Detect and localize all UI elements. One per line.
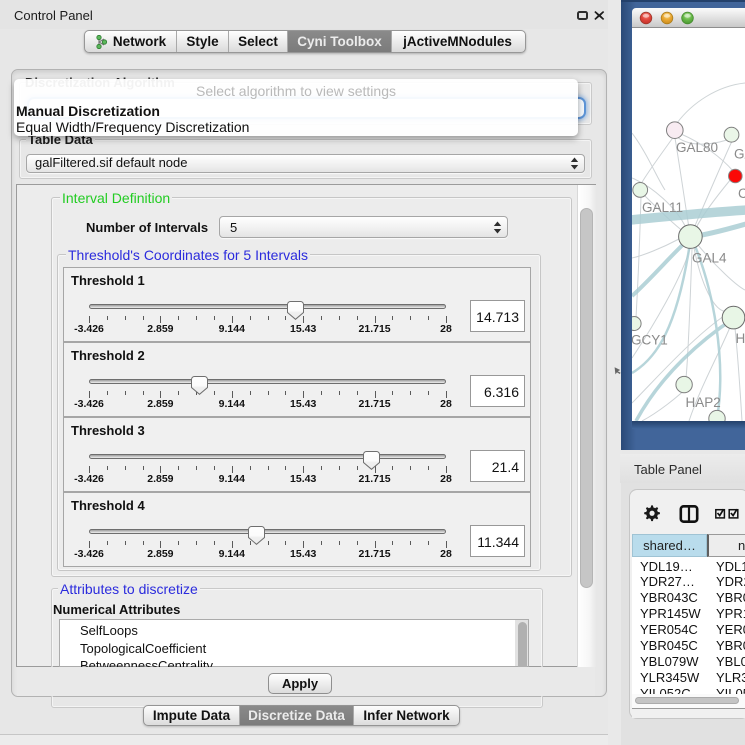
svg-text:H: H bbox=[736, 331, 745, 346]
svg-text:HAP2: HAP2 bbox=[686, 395, 721, 410]
svg-text:GAL1: GAL1 bbox=[734, 147, 745, 162]
svg-text:GAL11: GAL11 bbox=[642, 200, 683, 215]
svg-text:C: C bbox=[738, 186, 745, 201]
svg-text:GAL80: GAL80 bbox=[676, 140, 718, 155]
svg-text:GAL4: GAL4 bbox=[692, 251, 727, 266]
svg-text:GCY1: GCY1 bbox=[632, 333, 668, 348]
